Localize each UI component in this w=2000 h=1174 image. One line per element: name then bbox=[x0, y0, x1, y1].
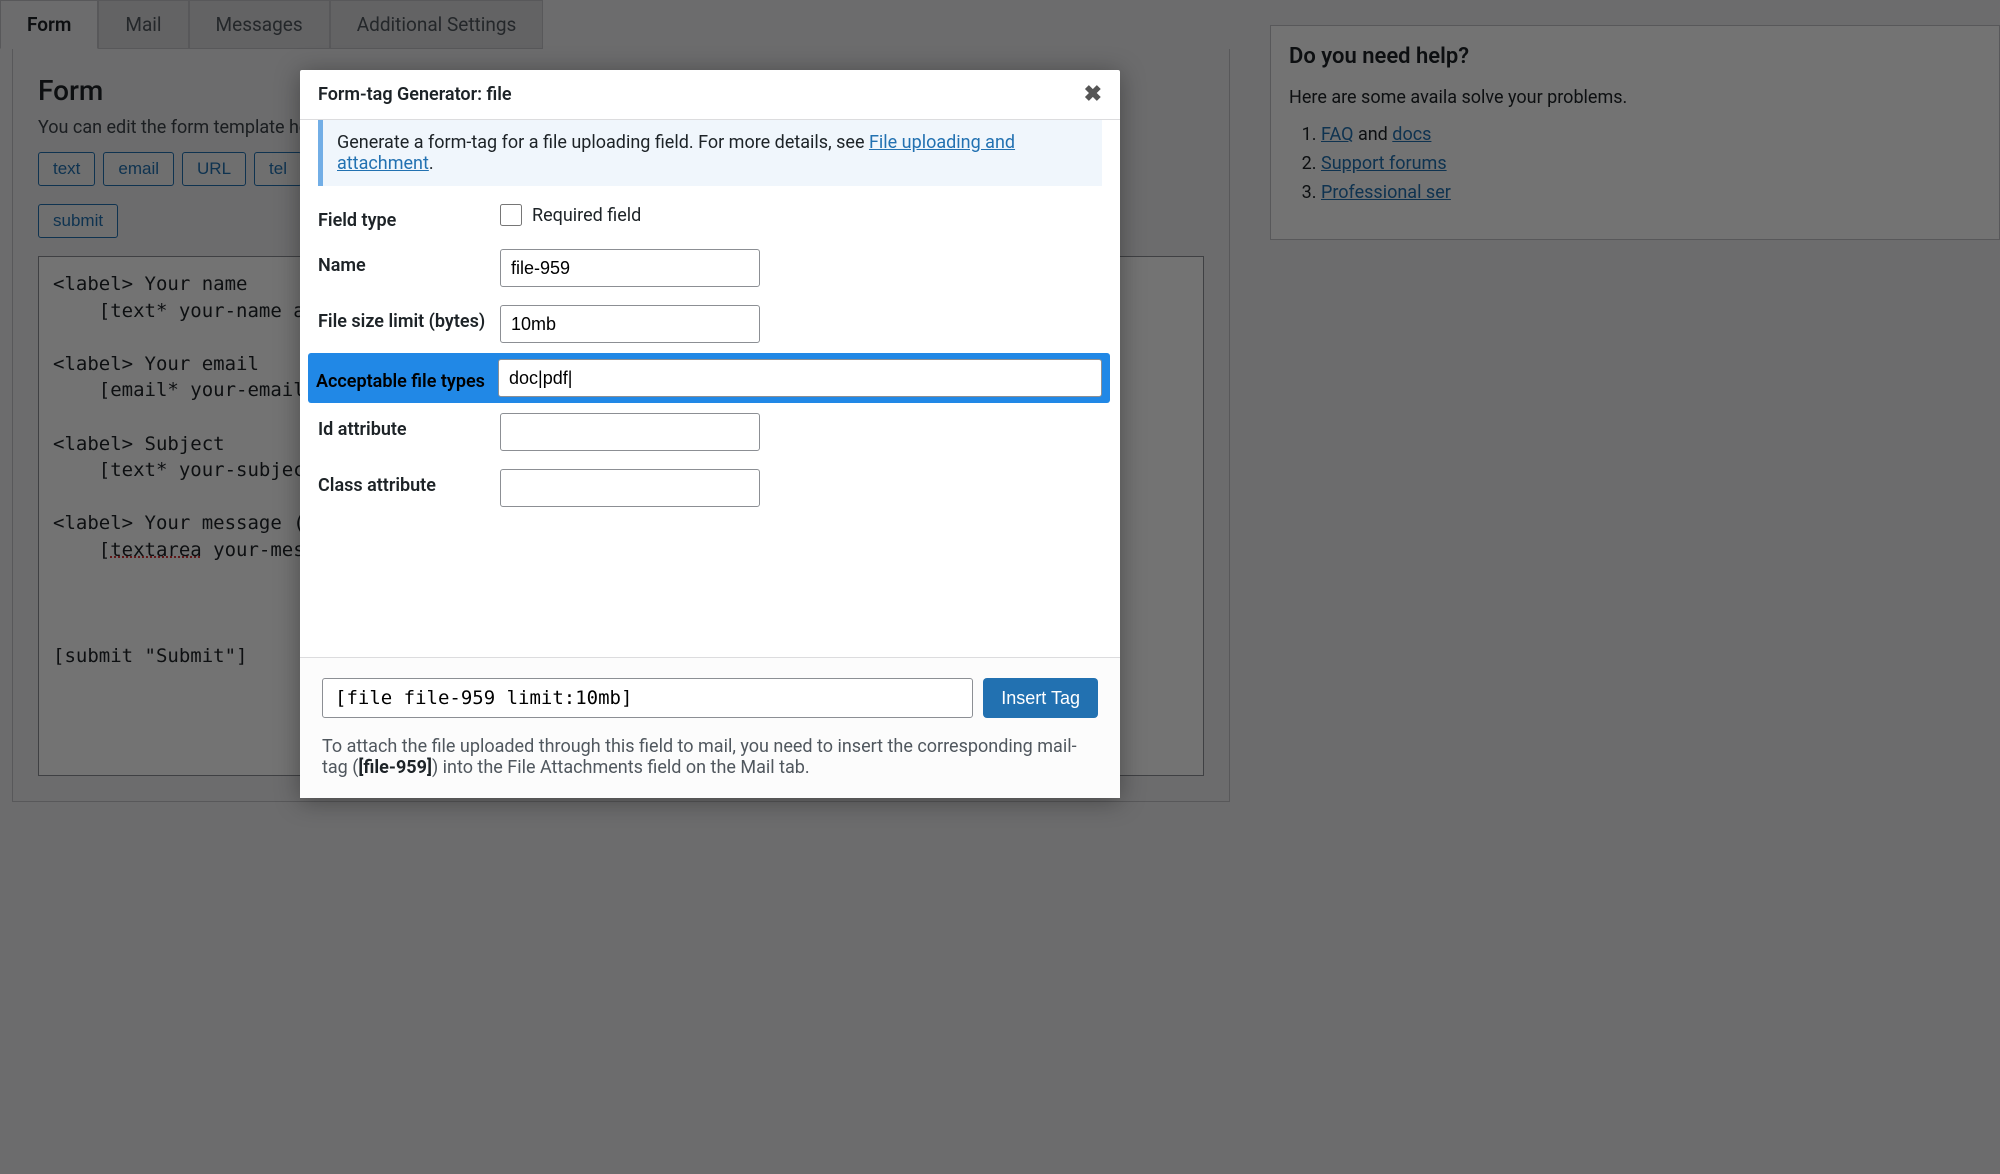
generated-tag-output[interactable] bbox=[322, 678, 973, 718]
highlighted-filetypes-row: Acceptable file types bbox=[308, 353, 1110, 403]
label-id-attr: Id attribute bbox=[318, 413, 500, 440]
id-attr-input[interactable] bbox=[500, 413, 760, 451]
label-field-type: Field type bbox=[318, 204, 500, 231]
required-checkbox[interactable] bbox=[500, 204, 522, 226]
label-filesize: File size limit (bytes) bbox=[318, 305, 500, 332]
filesize-input[interactable] bbox=[500, 305, 760, 343]
info-banner: Generate a form-tag for a file uploading… bbox=[318, 120, 1102, 186]
form-tag-generator-modal: Form-tag Generator: file ✖ Generate a fo… bbox=[300, 70, 1120, 798]
label-class-attr: Class attribute bbox=[318, 469, 500, 496]
insert-tag-button[interactable]: Insert Tag bbox=[983, 678, 1098, 718]
label-filetypes: Acceptable file types bbox=[316, 365, 498, 392]
name-input[interactable] bbox=[500, 249, 760, 287]
class-attr-input[interactable] bbox=[500, 469, 760, 507]
required-label: Required field bbox=[532, 205, 641, 226]
modal-title: Form-tag Generator: file bbox=[318, 84, 512, 105]
footer-note: To attach the file uploaded through this… bbox=[322, 736, 1098, 778]
close-icon[interactable]: ✖ bbox=[1084, 82, 1102, 107]
filetypes-input[interactable] bbox=[498, 359, 1102, 397]
label-name: Name bbox=[318, 249, 500, 276]
